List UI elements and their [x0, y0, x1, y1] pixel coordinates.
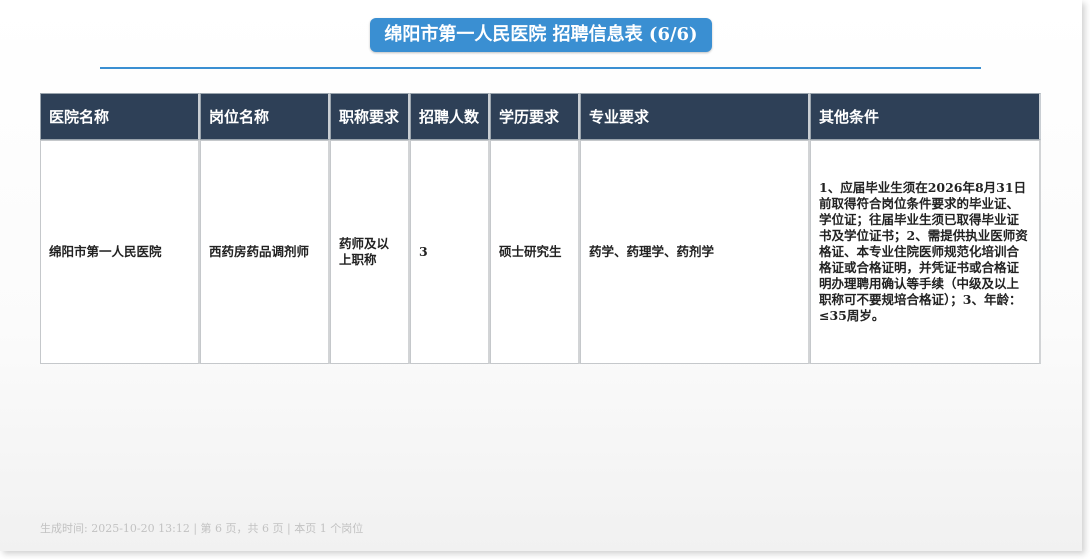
- cell-major: 药学、药理学、药剂学: [580, 140, 810, 364]
- table-header-row: 医院名称 岗位名称 职称要求 招聘人数 学历要求 专业要求 其他条件: [40, 93, 1041, 140]
- page: 绵阳市第一人民医院 招聘信息表 (6/6) 医院名称 岗位名称 职称要求 招聘人…: [0, 0, 1082, 551]
- cell-position: 西药房药品调剂师: [200, 140, 330, 364]
- footer-info: 生成时间: 2025-10-20 13:12 | 第 6 页，共 6 页 | 本…: [40, 522, 364, 535]
- cell-education: 硕士研究生: [490, 140, 580, 364]
- header-title-req: 职称要求: [330, 93, 410, 140]
- cell-other: 1、应届毕业生须在2026年8月31日前取得符合岗位条件要求的毕业证、学位证；往…: [810, 140, 1041, 364]
- header-education: 学历要求: [490, 93, 580, 140]
- cell-count: 3: [410, 140, 490, 364]
- cell-hospital: 绵阳市第一人民医院: [40, 140, 200, 364]
- title-wrap: 绵阳市第一人民医院 招聘信息表 (6/6): [0, 18, 1082, 52]
- header-major: 专业要求: [580, 93, 810, 140]
- header-other: 其他条件: [810, 93, 1041, 140]
- header-hospital: 医院名称: [40, 93, 200, 140]
- header-position: 岗位名称: [200, 93, 330, 140]
- cell-title-req: 药师及以上职称: [330, 140, 410, 364]
- header-count: 招聘人数: [410, 93, 490, 140]
- title-divider: [100, 67, 981, 69]
- table-row: 绵阳市第一人民医院 西药房药品调剂师 药师及以上职称 3 硕士研究生 药学、药理…: [40, 140, 1041, 364]
- page-title: 绵阳市第一人民医院 招聘信息表 (6/6): [370, 18, 712, 52]
- recruitment-table: 医院名称 岗位名称 职称要求 招聘人数 学历要求 专业要求 其他条件 绵阳市第一…: [40, 93, 1041, 364]
